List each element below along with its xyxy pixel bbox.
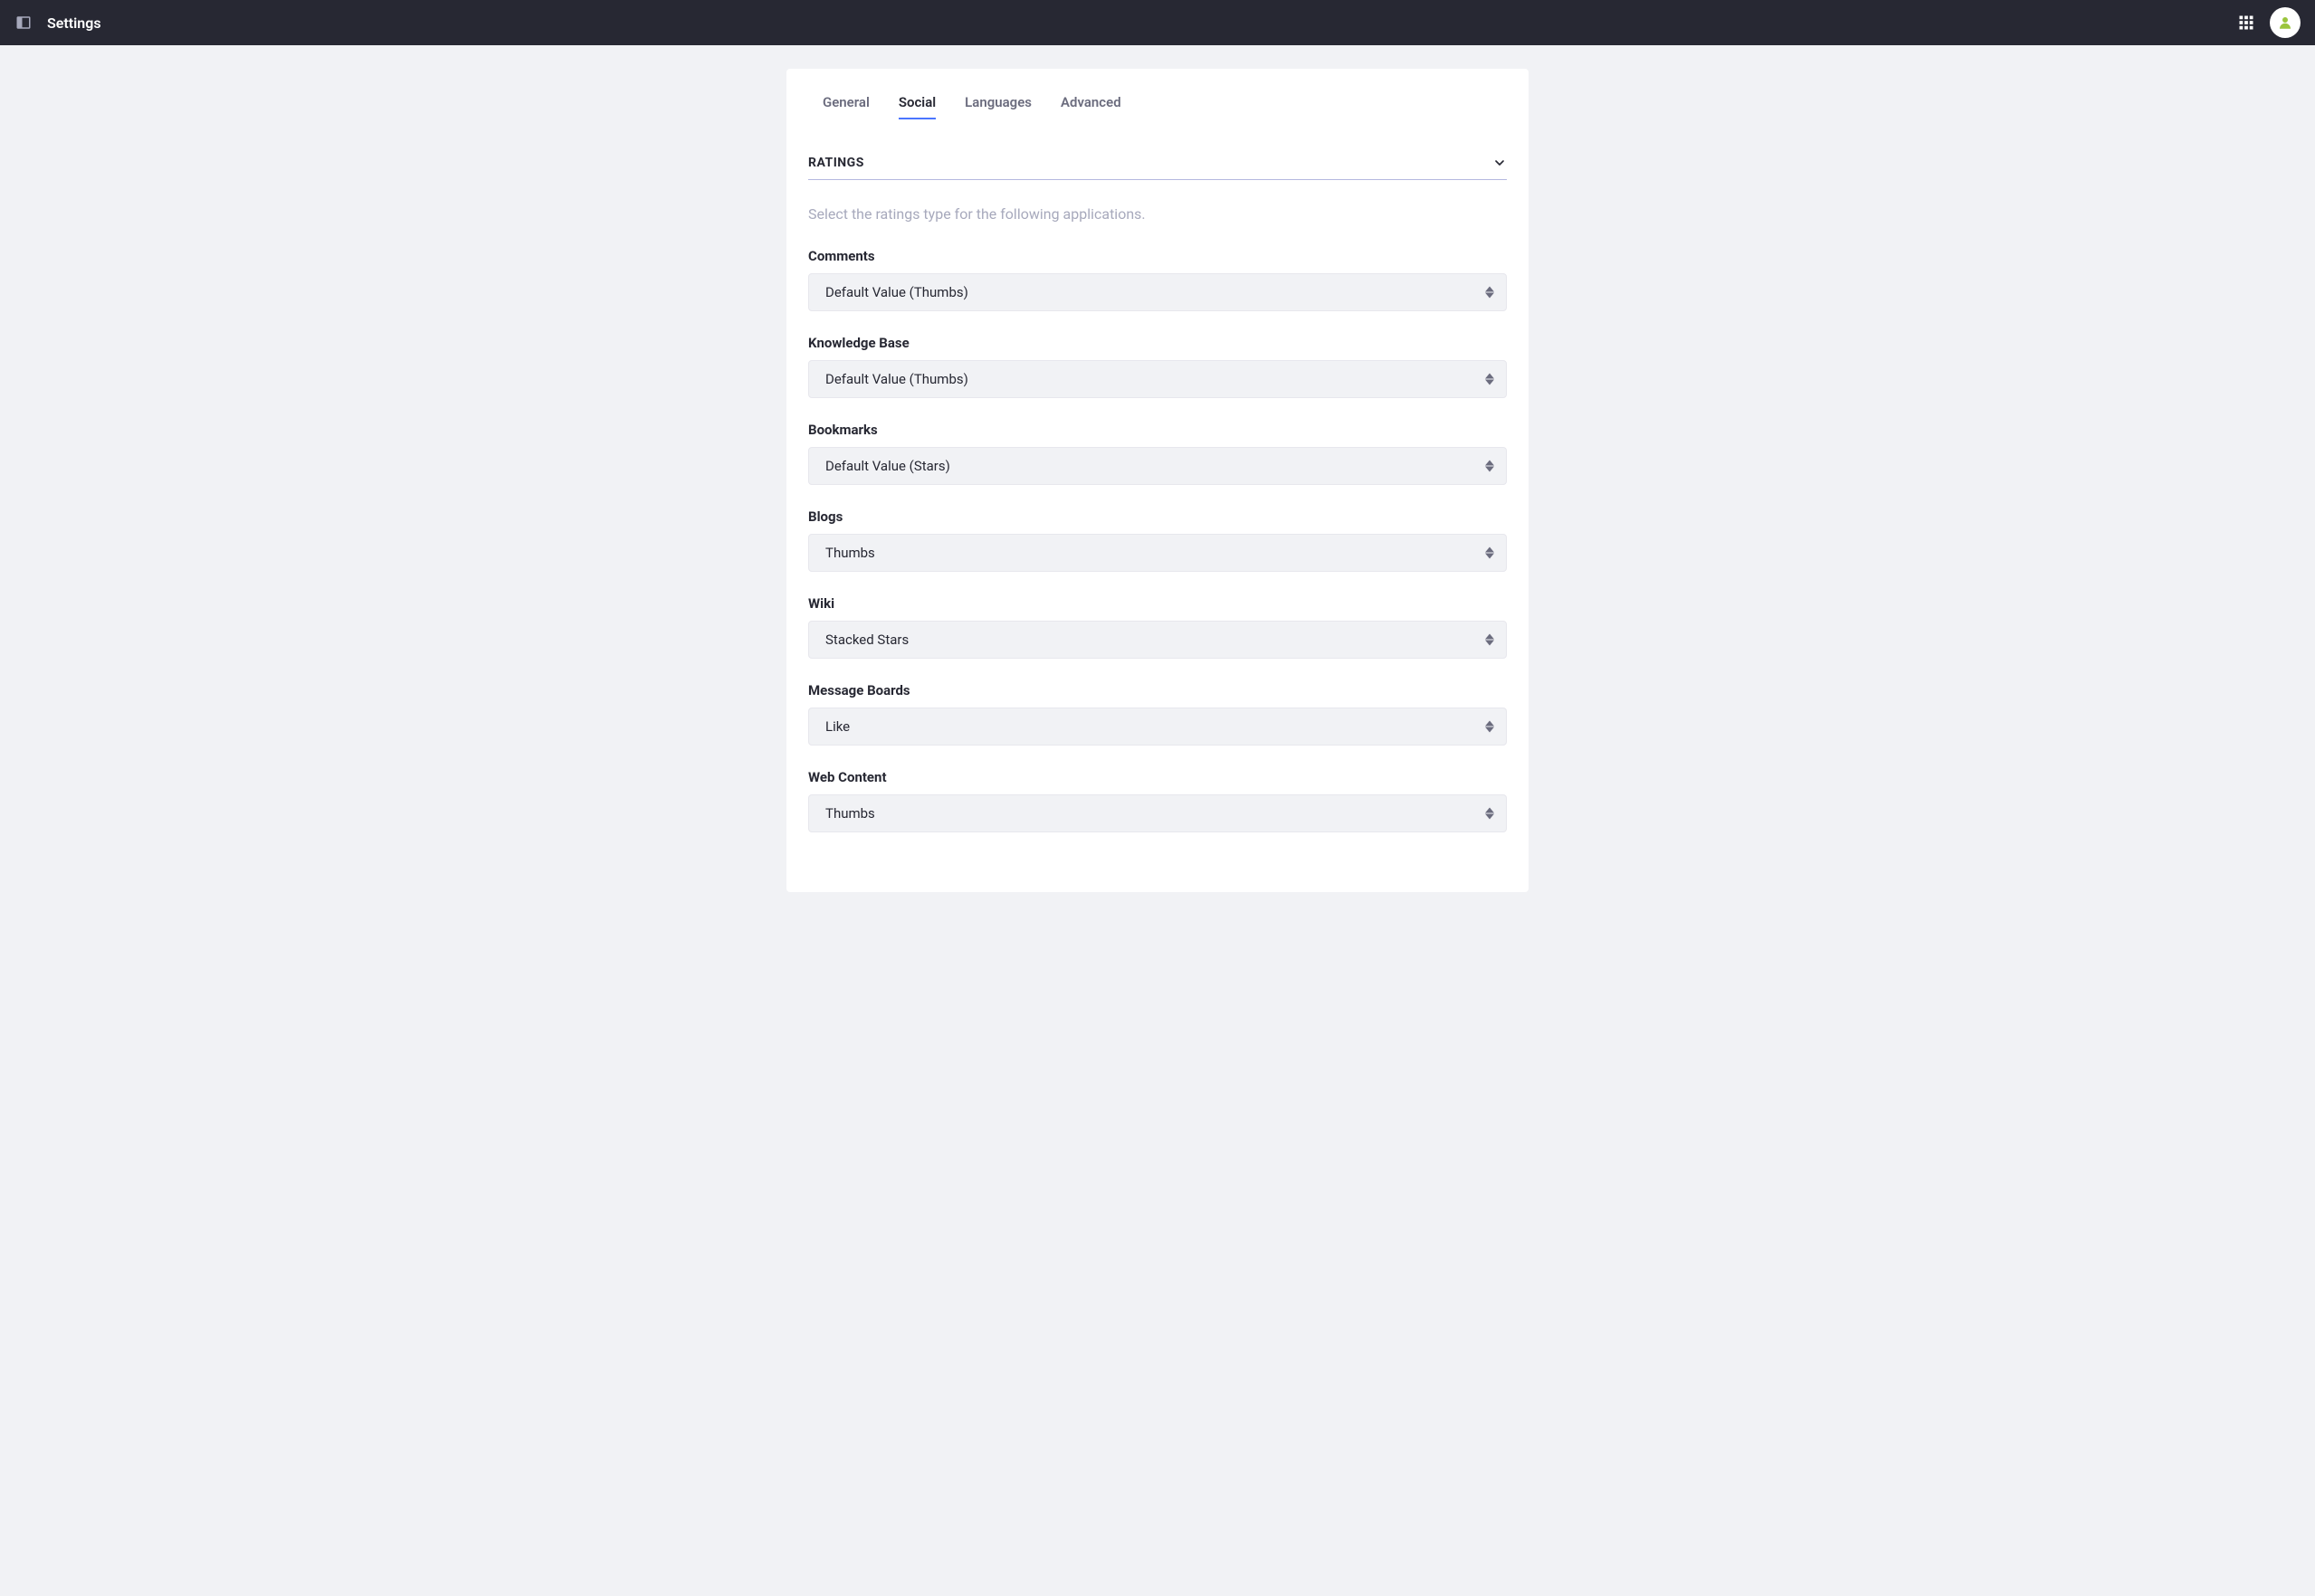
field-comments: Comments Default Value (Thumbs) — [808, 248, 1507, 311]
label-knowledge-base: Knowledge Base — [808, 335, 1507, 351]
select-message-boards[interactable]: Like — [808, 708, 1507, 746]
section-description: Select the ratings type for the followin… — [808, 205, 1507, 223]
label-message-boards: Message Boards — [808, 682, 1507, 698]
apps-grid-icon[interactable] — [2237, 14, 2255, 32]
tab-languages[interactable]: Languages — [965, 87, 1032, 119]
select-wiki[interactable]: Stacked Stars — [808, 621, 1507, 659]
chevron-down-icon — [1492, 156, 1507, 170]
select-knowledge-base[interactable]: Default Value (Thumbs) — [808, 360, 1507, 398]
label-blogs: Blogs — [808, 508, 1507, 525]
tab-advanced[interactable]: Advanced — [1061, 87, 1121, 119]
label-bookmarks: Bookmarks — [808, 422, 1507, 438]
field-knowledge-base: Knowledge Base Default Value (Thumbs) — [808, 335, 1507, 398]
field-message-boards: Message Boards Like — [808, 682, 1507, 746]
field-blogs: Blogs Thumbs — [808, 508, 1507, 572]
sidebar-toggle-icon[interactable] — [14, 14, 33, 32]
avatar[interactable] — [2270, 7, 2301, 38]
header-left: Settings — [14, 14, 101, 32]
section-title: RATINGS — [808, 156, 864, 170]
tab-social[interactable]: Social — [899, 87, 936, 119]
label-web-content: Web Content — [808, 769, 1507, 785]
settings-tabs: General Social Languages Advanced — [808, 87, 1507, 119]
select-web-content[interactable]: Thumbs — [808, 794, 1507, 832]
select-bookmarks[interactable]: Default Value (Stars) — [808, 447, 1507, 485]
field-bookmarks: Bookmarks Default Value (Stars) — [808, 422, 1507, 485]
settings-panel: General Social Languages Advanced RATING… — [786, 69, 1529, 892]
label-comments: Comments — [808, 248, 1507, 264]
page-title: Settings — [47, 14, 101, 32]
tab-general[interactable]: General — [823, 87, 870, 119]
header-right — [2237, 7, 2301, 38]
field-web-content: Web Content Thumbs — [808, 769, 1507, 832]
select-comments[interactable]: Default Value (Thumbs) — [808, 273, 1507, 311]
top-header: Settings — [0, 0, 2315, 45]
label-wiki: Wiki — [808, 595, 1507, 612]
field-wiki: Wiki Stacked Stars — [808, 595, 1507, 659]
select-blogs[interactable]: Thumbs — [808, 534, 1507, 572]
section-header-ratings[interactable]: RATINGS — [808, 156, 1507, 180]
